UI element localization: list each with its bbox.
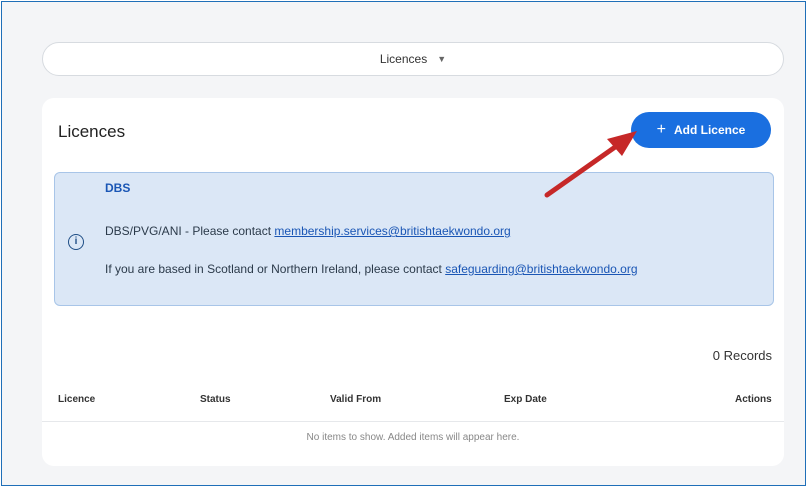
banner-line-2-text: If you are based in Scotland or Northern…	[105, 262, 446, 276]
info-icon: i	[68, 234, 84, 250]
banner-line-1: DBS/PVG/ANI - Please contact membership.…	[105, 224, 511, 238]
table-header: Licence Status Valid From Exp Date Actio…	[42, 388, 784, 422]
column-header-valid-from: Valid From	[330, 394, 382, 405]
membership-email-link[interactable]: membership.services@britishtaekwondo.org	[274, 224, 510, 238]
selector-label: Licences	[379, 52, 428, 66]
dbs-info-banner: i DBS DBS/PVG/ANI - Please contact membe…	[54, 172, 774, 306]
add-licence-button[interactable]: + Add Licence	[631, 112, 771, 148]
licences-card: Licences + Add Licence i DBS DBS/PVG/ANI…	[42, 98, 784, 466]
add-licence-label: Add Licence	[673, 123, 746, 137]
page-frame: Licences ▼ Licences + Add Licence i DBS …	[1, 1, 806, 486]
empty-state-text: No items to show. Added items will appea…	[306, 432, 520, 443]
banner-line-1-text: DBS/PVG/ANI - Please contact	[105, 224, 275, 238]
caret-down-icon: ▼	[437, 54, 447, 64]
card-title: Licences	[58, 122, 126, 141]
banner-line-2: If you are based in Scotland or Northern…	[105, 262, 638, 276]
plus-icon: +	[656, 121, 666, 138]
column-header-actions: Actions	[735, 394, 772, 405]
licences-selector[interactable]: Licences ▼	[42, 42, 784, 76]
safeguarding-email-link[interactable]: safeguarding@britishtaekwondo.org	[445, 262, 637, 276]
column-header-exp-date: Exp Date	[504, 394, 547, 405]
banner-title: DBS	[105, 181, 131, 195]
records-count: 0 Records	[712, 348, 772, 363]
column-header-licence: Licence	[58, 394, 96, 405]
column-header-status: Status	[200, 394, 231, 405]
